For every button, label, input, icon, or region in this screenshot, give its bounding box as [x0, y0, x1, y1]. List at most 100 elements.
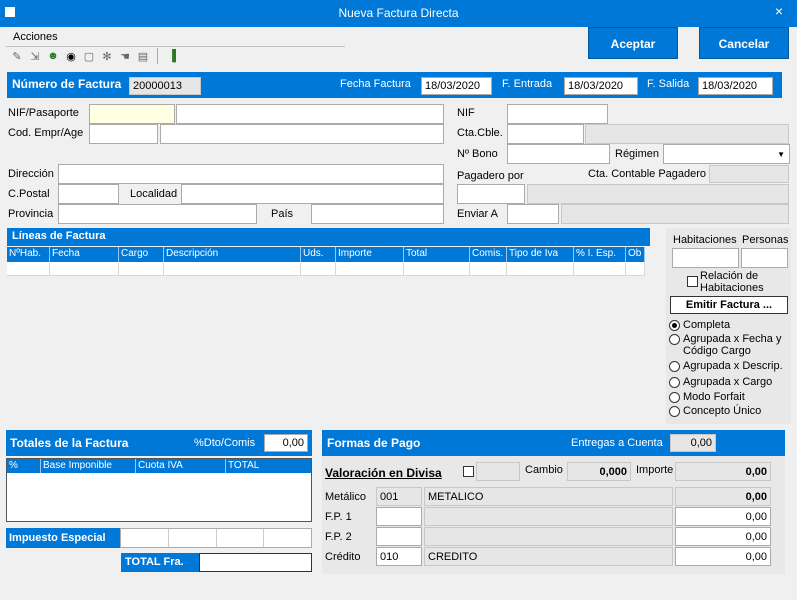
radio-dot-icon: [669, 361, 680, 372]
fecha-salida-field[interactable]: [698, 77, 773, 95]
numero-factura-field: [129, 77, 201, 95]
person-add-icon[interactable]: ☻: [45, 48, 61, 64]
col-tipo-iva[interactable]: Tipo de Iva: [507, 247, 574, 262]
import-icon[interactable]: ⇲: [27, 48, 43, 64]
col-comis[interactable]: Comis.: [470, 247, 507, 262]
pais-field[interactable]: [311, 204, 444, 224]
fp2-label: F.P. 2: [325, 531, 352, 543]
cta-cble-field[interactable]: [507, 124, 584, 144]
col-pct: %: [7, 459, 41, 473]
col-descripcion[interactable]: Descripción: [164, 247, 301, 262]
radio-agrupada-cargo[interactable]: Agrupada x Cargo: [669, 376, 772, 388]
col-nhab[interactable]: NºHab.: [7, 247, 50, 262]
divisa-field: [476, 462, 520, 481]
eraser-icon[interactable]: ✎: [9, 48, 25, 64]
total-fra-label-box: TOTAL Fra.: [121, 553, 199, 572]
enviar-a-label: Enviar A: [457, 208, 498, 220]
hand-icon[interactable]: ☚: [117, 48, 133, 64]
radio-agrupada-descrip[interactable]: Agrupada x Descrip.: [669, 360, 783, 372]
fp1-value-field[interactable]: [675, 507, 771, 526]
cta-cble-desc-field: [585, 124, 789, 144]
entregas-label: Entregas a Cuenta: [571, 437, 663, 449]
impuesto-especial-cells: [120, 528, 312, 548]
formas-pago-title: Formas de Pago: [327, 436, 421, 450]
cambio-field: [567, 462, 631, 481]
aceptar-button[interactable]: Aceptar: [588, 27, 678, 59]
relacion-label: Relación de Habitaciones: [700, 270, 764, 294]
col-total: TOTAL: [228, 460, 260, 471]
exit-door-icon[interactable]: ▐: [164, 48, 180, 64]
importe-label: Importe: [636, 464, 674, 476]
importe-field: [675, 462, 771, 481]
cancelar-button[interactable]: Cancelar: [699, 27, 789, 59]
invoice-header-band: Número de Factura Fecha Factura F. Entra…: [7, 72, 782, 98]
entregas-field: [670, 434, 716, 452]
nif-pasaporte-field[interactable]: [89, 104, 175, 124]
habitaciones-field[interactable]: [672, 248, 739, 268]
binoculars-icon[interactable]: ◉: [63, 48, 79, 64]
col-ob[interactable]: Ob: [626, 247, 645, 262]
toolbar: ✎ ⇲ ☻ ◉ ▢ ✻ ☚ ▤ ▐: [6, 45, 211, 67]
pagadero-field[interactable]: [457, 184, 525, 204]
close-icon[interactable]: ×: [775, 3, 783, 19]
regimen-select[interactable]: ▼: [663, 144, 790, 164]
nombre-field[interactable]: [176, 104, 444, 124]
direccion-field[interactable]: [58, 164, 444, 184]
fp1-code-field[interactable]: [376, 507, 422, 526]
fecha-factura-field[interactable]: [421, 77, 492, 95]
personas-field[interactable]: [741, 248, 788, 268]
localidad-field[interactable]: [181, 184, 444, 204]
metalico-desc-field: [424, 487, 673, 506]
cpostal-field[interactable]: [58, 184, 119, 204]
col-fecha[interactable]: Fecha: [50, 247, 119, 262]
nif-field[interactable]: [507, 104, 608, 124]
window-title: Nueva Factura Directa: [338, 6, 459, 20]
nbono-field[interactable]: [507, 144, 610, 164]
fecha-entrada-field[interactable]: [564, 77, 638, 95]
credito-value-field[interactable]: [675, 547, 771, 566]
col-total[interactable]: Total: [404, 247, 470, 262]
col-cargo[interactable]: Cargo: [119, 247, 164, 262]
fecha-entrada-label: F. Entrada: [502, 78, 553, 90]
habitaciones-label: Habitaciones: [673, 234, 737, 246]
radio-dot-icon: [669, 406, 680, 417]
cta-contable-pagadero-label: Cta. Contable Pagadero: [588, 168, 707, 180]
radio-dot-icon: [669, 320, 680, 331]
col-importe[interactable]: Importe: [336, 247, 404, 262]
localidad-label: Localidad: [130, 188, 178, 200]
radio-completa[interactable]: Completa: [669, 319, 730, 331]
fp1-label: F.P. 1: [325, 511, 352, 523]
fecha-factura-label: Fecha Factura: [340, 78, 411, 90]
fp2-value-field[interactable]: [675, 527, 771, 546]
totales-grid-header: % Base Imponible Cuota IVA TOTAL: [7, 459, 311, 473]
valoracion-divisa-checkbox[interactable]: [463, 466, 474, 477]
dto-comis-label: %Dto/Comis: [194, 437, 256, 449]
fp1-desc-field: [424, 507, 673, 526]
table-row[interactable]: [7, 262, 645, 276]
toolbar-separator: [157, 48, 158, 64]
radio-dot-icon: [669, 392, 680, 403]
col-uds[interactable]: Uds.: [301, 247, 336, 262]
cod-empr-field[interactable]: [89, 124, 158, 144]
settings-icon[interactable]: ✻: [99, 48, 115, 64]
relacion-checkbox[interactable]: [687, 276, 698, 287]
provincia-field[interactable]: [58, 204, 257, 224]
document-icon[interactable]: ▤: [135, 48, 151, 64]
metalico-label: Metálico: [325, 491, 366, 503]
empr-nombre-field[interactable]: [160, 124, 444, 144]
col-iesp[interactable]: % I. Esp.: [574, 247, 626, 262]
dto-comis-field[interactable]: [264, 434, 308, 452]
radio-agrupada-fecha[interactable]: Agrupada x Fecha y Código Cargo: [669, 333, 787, 357]
radio-modo-forfait[interactable]: Modo Forfait: [669, 391, 745, 403]
enviar-a-field[interactable]: [507, 204, 559, 224]
credito-code-field[interactable]: [376, 547, 422, 566]
radio-concepto-unico[interactable]: Concepto Único: [669, 405, 761, 417]
radio-dot-icon: [669, 377, 680, 388]
emitir-factura-button[interactable]: Emitir Factura ...: [670, 296, 788, 314]
menu-acciones[interactable]: Acciones: [6, 27, 345, 47]
nif-pasaporte-label: NIF/Pasaporte: [8, 107, 79, 119]
page-icon[interactable]: ▢: [81, 48, 97, 64]
nbono-label: Nº Bono: [457, 148, 498, 160]
cod-empr-label: Cod. Empr/Age: [8, 127, 84, 139]
fp2-code-field[interactable]: [376, 527, 422, 546]
